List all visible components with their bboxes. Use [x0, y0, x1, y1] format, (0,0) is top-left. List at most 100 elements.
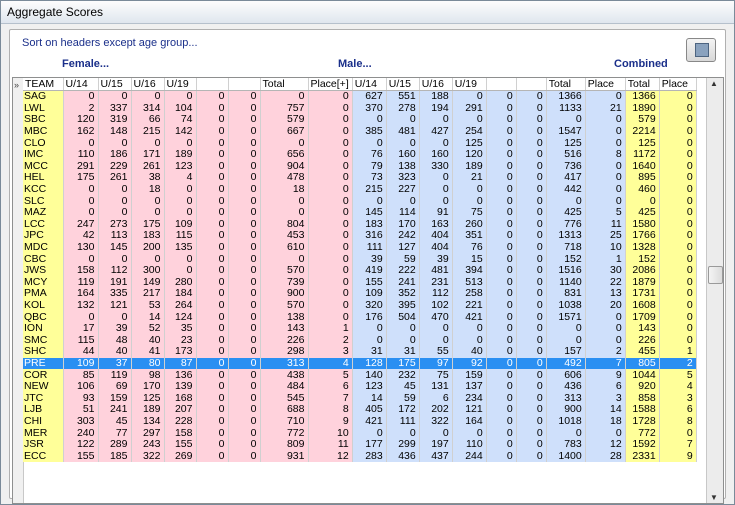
score-cell[interactable]: 0 [585, 427, 626, 439]
score-cell[interactable]: 1366 [625, 90, 660, 103]
score-cell[interactable]: 0 [452, 322, 487, 335]
score-cell[interactable]: 0 [228, 160, 261, 173]
score-cell[interactable]: 51 [63, 404, 99, 416]
score-cell[interactable]: 0 [196, 369, 229, 381]
score-cell[interactable]: 0 [164, 206, 197, 219]
score-cell[interactable]: 168 [164, 392, 197, 405]
score-cell[interactable]: 39 [352, 253, 387, 265]
score-cell[interactable]: 0 [659, 148, 697, 161]
score-cell[interactable]: 175 [386, 357, 420, 370]
score-cell[interactable]: 0 [516, 218, 547, 231]
score-cell[interactable]: 330 [419, 160, 453, 173]
score-cell[interactable]: 419 [352, 264, 387, 277]
score-cell[interactable]: 0 [228, 172, 261, 184]
score-cell[interactable]: 148 [98, 125, 132, 138]
score-cell[interactable]: 183 [131, 230, 165, 242]
score-cell[interactable]: 22 [585, 276, 626, 289]
table-row[interactable]: MCY 119 191 149 280 0 0 739 0 155 241 231 513 0 0 1140 2… [23, 276, 697, 289]
score-cell[interactable]: 44 [63, 346, 99, 358]
score-cell[interactable]: 0 [486, 357, 517, 370]
score-cell[interactable]: 427 [419, 125, 453, 138]
score-cell[interactable]: 119 [98, 369, 132, 381]
score-cell[interactable]: 0 [516, 102, 547, 115]
score-cell[interactable]: 175 [63, 172, 99, 184]
score-cell[interactable]: 421 [452, 311, 487, 323]
score-cell[interactable]: 0 [516, 114, 547, 126]
score-cell[interactable]: 115 [63, 334, 99, 347]
score-cell[interactable]: 0 [196, 218, 229, 231]
score-cell[interactable]: 0 [659, 160, 697, 173]
team-cell[interactable]: LJB [23, 404, 64, 416]
column-header-u-19-4[interactable]: U/19 [164, 78, 197, 91]
score-cell[interactable]: 164 [452, 415, 487, 428]
score-cell[interactable]: 385 [352, 125, 387, 138]
score-cell[interactable]: 404 [419, 241, 453, 254]
score-cell[interactable]: 322 [419, 415, 453, 428]
score-cell[interactable]: 125 [546, 137, 586, 149]
score-cell[interactable]: 322 [131, 450, 165, 462]
score-cell[interactable]: 41 [131, 346, 165, 358]
score-cell[interactable]: 316 [352, 230, 387, 242]
table-row[interactable]: KOL 132 121 53 264 0 0 570 0 320 395 102 221 0 0 1038 20… [23, 299, 697, 312]
table-row[interactable]: IMC 110 186 171 189 0 0 656 0 76 160 160 120 0 0 516 8 11… [23, 148, 697, 161]
score-cell[interactable]: 513 [452, 276, 487, 289]
score-cell[interactable]: 8 [585, 148, 626, 161]
score-cell[interactable]: 138 [260, 311, 309, 323]
score-cell[interactable]: 809 [260, 438, 309, 451]
score-cell[interactable]: 1140 [546, 276, 586, 289]
score-cell[interactable]: 6 [308, 380, 353, 393]
score-cell[interactable]: 627 [352, 90, 387, 103]
score-cell[interactable]: 772 [260, 427, 309, 439]
score-cell[interactable]: 0 [196, 346, 229, 358]
scroll-up-icon[interactable]: ▲ [710, 79, 718, 88]
score-cell[interactable]: 261 [131, 160, 165, 173]
score-cell[interactable]: 0 [228, 218, 261, 231]
score-cell[interactable]: 1400 [546, 450, 586, 462]
column-header-place-8[interactable]: Place[+] [308, 78, 353, 91]
table-row[interactable]: MER 240 77 297 158 0 0 772 10 0 0 0 0 0 0 0 0 772 0 [23, 427, 697, 439]
score-cell[interactable]: 606 [546, 369, 586, 381]
score-cell[interactable]: 134 [131, 415, 165, 428]
score-cell[interactable]: 0 [486, 369, 517, 381]
score-cell[interactable]: 757 [260, 102, 309, 115]
score-cell[interactable]: 185 [98, 450, 132, 462]
score-cell[interactable]: 0 [516, 311, 547, 323]
score-cell[interactable]: 254 [452, 125, 487, 138]
score-cell[interactable]: 14 [585, 404, 626, 416]
score-cell[interactable]: 221 [452, 299, 487, 312]
score-cell[interactable]: 123 [352, 380, 387, 393]
score-cell[interactable]: 45 [386, 380, 420, 393]
score-cell[interactable]: 40 [452, 346, 487, 358]
score-cell[interactable]: 0 [196, 183, 229, 196]
score-cell[interactable]: 172 [386, 404, 420, 416]
score-cell[interactable]: 197 [419, 438, 453, 451]
score-cell[interactable]: 142 [164, 125, 197, 138]
score-cell[interactable]: 1547 [546, 125, 586, 138]
score-cell[interactable]: 0 [516, 195, 547, 207]
score-cell[interactable]: 119 [63, 276, 99, 289]
column-header-u-15-10[interactable]: U/15 [386, 78, 420, 91]
score-cell[interactable]: 66 [131, 114, 165, 126]
score-cell[interactable]: 20 [585, 299, 626, 312]
score-cell[interactable]: 0 [516, 90, 547, 103]
team-cell[interactable]: MCC [23, 160, 64, 173]
score-cell[interactable]: 145 [352, 206, 387, 219]
table-row[interactable]: ECC 155 185 322 269 0 0 931 12 283 436 437 244 0 0 1400… [23, 450, 697, 462]
score-cell[interactable]: 14 [131, 311, 165, 323]
column-header-u-14-9[interactable]: U/14 [352, 78, 387, 91]
score-cell[interactable]: 319 [98, 114, 132, 126]
score-cell[interactable]: 0 [196, 299, 229, 312]
score-cell[interactable]: 21 [585, 102, 626, 115]
score-cell[interactable]: 0 [196, 276, 229, 289]
score-cell[interactable]: 504 [386, 311, 420, 323]
score-cell[interactable]: 1731 [625, 288, 660, 300]
score-cell[interactable]: 8 [659, 415, 697, 428]
team-cell[interactable]: SBC [23, 114, 64, 126]
score-cell[interactable]: 0 [228, 183, 261, 196]
score-cell[interactable]: 0 [352, 114, 387, 126]
column-header-u-19-12[interactable]: U/19 [452, 78, 487, 91]
team-cell[interactable]: ION [23, 322, 64, 335]
score-cell[interactable]: 189 [131, 404, 165, 416]
score-cell[interactable]: 0 [659, 230, 697, 242]
score-cell[interactable]: 0 [260, 137, 309, 149]
